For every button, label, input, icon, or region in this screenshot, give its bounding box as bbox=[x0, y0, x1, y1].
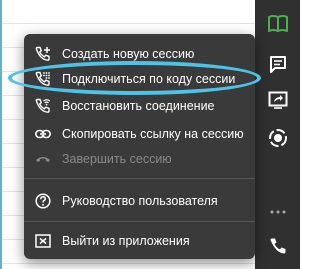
menu-divider bbox=[24, 221, 255, 222]
phone-dial-icon bbox=[35, 71, 51, 87]
menu-item-label: Подключиться по коду сессии bbox=[62, 71, 236, 86]
book-icon bbox=[267, 15, 288, 32]
help-icon bbox=[35, 192, 51, 209]
menu-item-label: Завершить сессию bbox=[62, 151, 172, 166]
screen-share-icon bbox=[268, 91, 287, 109]
more-icon bbox=[270, 210, 285, 214]
phone-add-icon bbox=[35, 46, 51, 62]
menu-item-label: Восстановить соединение bbox=[62, 98, 215, 113]
menu-item-label: Выйти из приложения bbox=[62, 233, 190, 248]
menu-item-exit-app[interactable]: Выйти из приложения bbox=[24, 228, 255, 253]
right-toolbar bbox=[255, 0, 300, 269]
toolbar-record-button[interactable] bbox=[255, 118, 300, 158]
notes-border bbox=[0, 0, 2, 269]
menu-item-label: Руководство пользователя bbox=[62, 193, 218, 208]
menu-item-label: Скопировать ссылку на сессию bbox=[62, 126, 244, 141]
menu-item-create-session[interactable]: Создать новую сессию bbox=[24, 41, 255, 66]
app-screen: Создать новую сессию Подключиться по код… bbox=[0, 0, 300, 269]
toolbar-book-button[interactable] bbox=[255, 4, 300, 44]
menu-item-connect-by-code[interactable]: Подключиться по коду сессии bbox=[24, 66, 255, 91]
menu-divider bbox=[24, 178, 255, 179]
exit-icon bbox=[35, 233, 51, 249]
toolbar-screen-share-button[interactable] bbox=[255, 80, 300, 120]
toolbar-phone-button[interactable] bbox=[255, 226, 300, 266]
link-icon bbox=[35, 126, 51, 142]
menu-item-user-guide[interactable]: Руководство пользователя bbox=[24, 188, 255, 213]
chat-icon bbox=[269, 56, 286, 73]
session-menu: Создать новую сессию Подключиться по код… bbox=[24, 34, 255, 259]
menu-item-label: Создать новую сессию bbox=[62, 46, 195, 61]
toolbar-chat-button[interactable] bbox=[255, 44, 300, 84]
hang-up-icon bbox=[35, 151, 51, 167]
phone-icon bbox=[270, 238, 285, 254]
menu-item-end-session[interactable]: Завершить сессию bbox=[24, 146, 255, 171]
record-icon bbox=[268, 129, 287, 147]
menu-item-restore-connection[interactable]: Восстановить соединение bbox=[24, 93, 255, 118]
phone-wifi-icon bbox=[35, 98, 51, 114]
menu-item-copy-link[interactable]: Скопировать ссылку на сессию bbox=[24, 121, 255, 146]
